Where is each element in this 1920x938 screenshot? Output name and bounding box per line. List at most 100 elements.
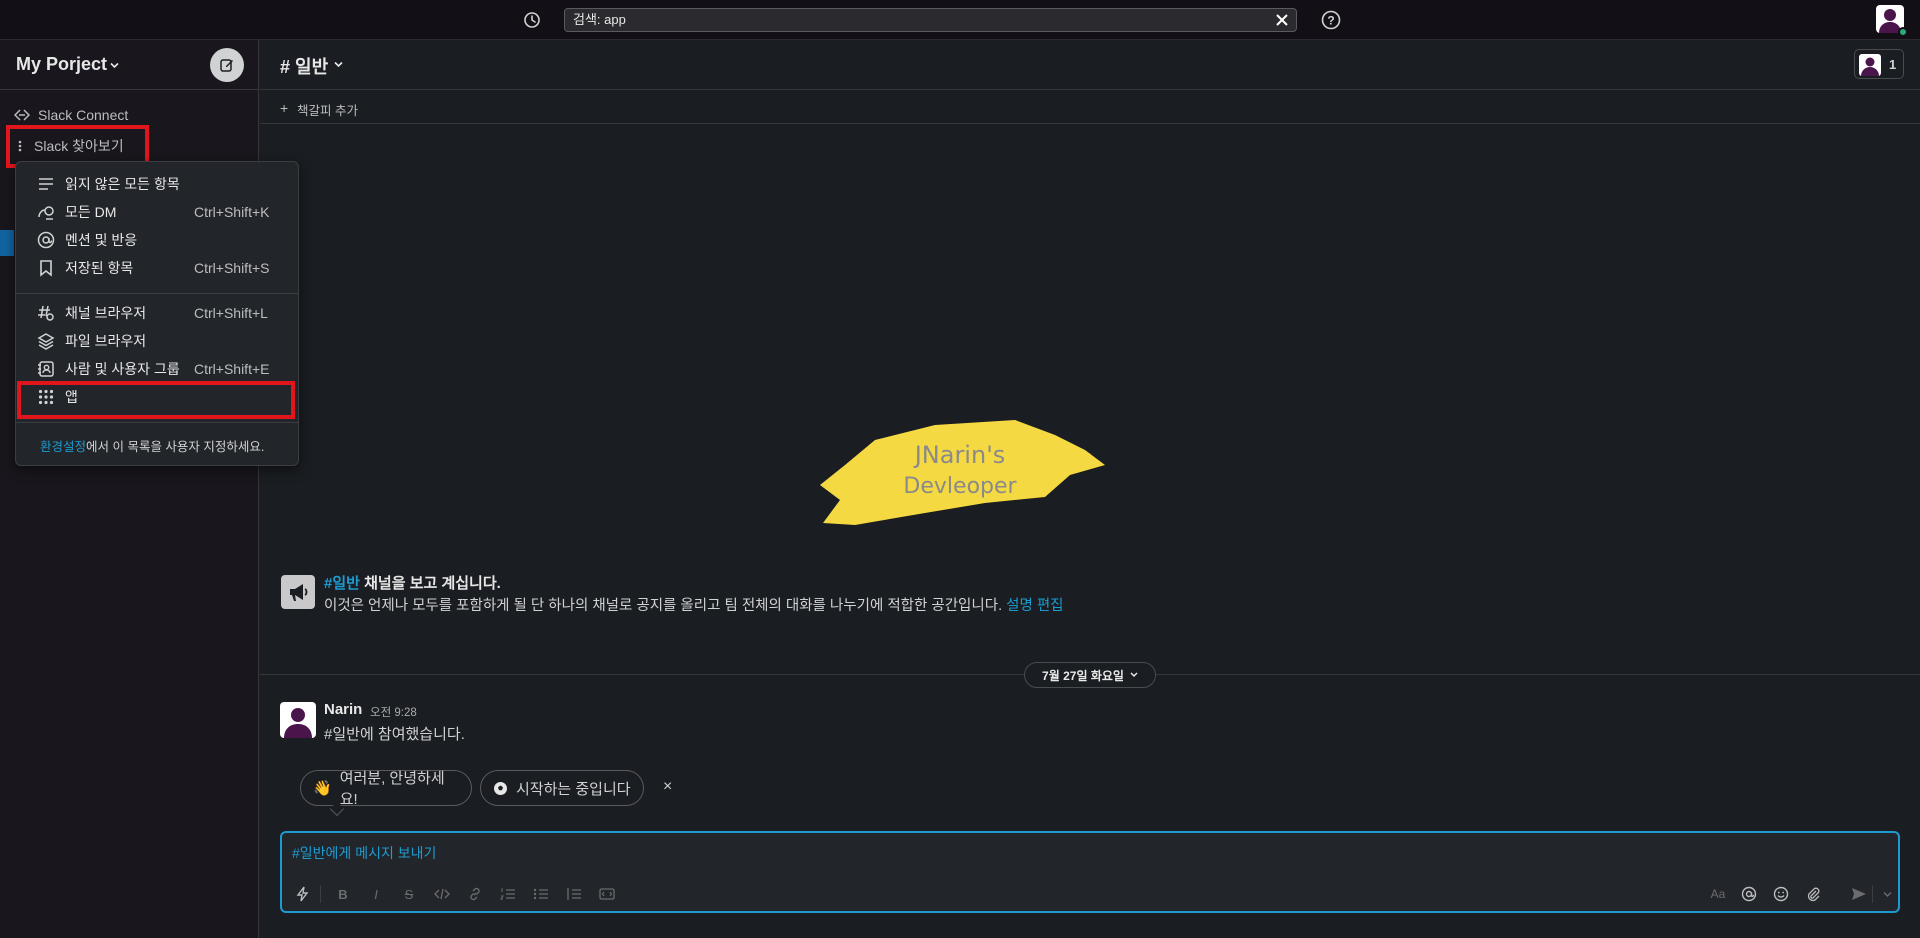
channel-link[interactable]: #일반 <box>324 575 360 592</box>
close-icon[interactable]: × <box>663 778 672 796</box>
soccer-ball-icon <box>493 781 508 796</box>
sidebar-item-label: Slack Connect <box>38 107 129 123</box>
menu-item-shortcut: Ctrl+Shift+E <box>194 361 270 377</box>
bold-icon[interactable]: B <box>334 885 352 903</box>
composer-placeholder: #일반에게 메시지 보내기 <box>292 845 437 861</box>
suggestion-chip-hello[interactable]: 👋 여러분, 안녕하세요! <box>300 770 472 808</box>
presence-indicator <box>1898 27 1908 37</box>
waving-hand-icon: 👋 <box>313 780 332 797</box>
menu-item-label: 파일 브라우저 <box>65 333 147 349</box>
channel-title[interactable]: # 일반 <box>280 53 328 79</box>
search-input-value: 검색: app <box>573 12 626 27</box>
menu-item-mentions[interactable]: 멘션 및 반응 <box>16 227 298 253</box>
channel-header: # 일반 1 <box>260 40 1920 90</box>
add-bookmark-button[interactable]: 책갈피 추가 <box>297 100 358 119</box>
message-timestamp[interactable]: 오전 9:28 <box>370 704 417 720</box>
clock-icon[interactable] <box>520 9 544 31</box>
bookmarks-bar: + 책갈피 추가 <box>260 90 1920 124</box>
channel-logo-image: JNarin's Devleoper <box>815 405 1105 535</box>
highlight-box-apps <box>17 381 295 419</box>
day-label: 7월 27일 화요일 <box>1042 668 1124 683</box>
menu-divider <box>16 422 298 423</box>
text-format-icon[interactable]: Aa <box>1708 885 1728 903</box>
avatar <box>1859 54 1881 76</box>
menu-footer: 환경설정에서 이 목록을 사용자 지정하세요. <box>40 436 264 455</box>
slack-connect-icon <box>14 108 30 122</box>
menu-item-saved[interactable]: 저장된 항목 Ctrl+Shift+S <box>16 255 298 281</box>
chevron-down-icon <box>334 60 343 69</box>
channel-intro-description: 이것은 언제나 모두를 포함하게 될 단 하나의 채널로 공지를 올리고 팀 전… <box>324 594 1064 615</box>
contacts-icon <box>37 360 55 378</box>
workspace-header[interactable]: My Porject <box>0 40 259 90</box>
menu-item-label: 모든 DM <box>65 204 117 220</box>
edit-description-link[interactable]: 설명 편집 <box>1006 598 1063 614</box>
day-divider-button[interactable]: 7월 27일 화요일 <box>1024 662 1156 688</box>
help-circle-icon[interactable]: ? <box>1320 9 1342 31</box>
menu-item-shortcut: Ctrl+Shift+S <box>194 260 270 276</box>
message-text: #일반에 참여했습니다. <box>324 726 465 743</box>
mention-at-icon[interactable] <box>1740 885 1758 903</box>
layers-icon <box>37 332 55 350</box>
preferences-link[interactable]: 환경설정 <box>40 440 86 454</box>
intro-desc-text: 이것은 언제나 모두를 포함하게 될 단 하나의 채널로 공지를 올리고 팀 전… <box>324 598 1007 614</box>
code-icon[interactable] <box>433 885 451 903</box>
workspace-name[interactable]: My Porject <box>16 54 107 75</box>
intro-title-text: 채널을 보고 계십니다. <box>359 575 501 592</box>
svg-text:?: ? <box>1327 14 1334 28</box>
close-icon[interactable] <box>1274 12 1290 28</box>
menu-item-unread[interactable]: 읽지 않은 모든 항목 <box>16 171 298 197</box>
chip-label: 시작하는 중입니다 <box>516 780 631 798</box>
blockquote-icon[interactable] <box>565 885 583 903</box>
sidebar-item-slack-connect[interactable]: Slack Connect <box>14 104 128 126</box>
strikethrough-icon[interactable]: S <box>400 885 418 903</box>
emoji-icon[interactable] <box>1772 885 1790 903</box>
menu-item-label: 멘션 및 반응 <box>65 232 138 248</box>
chevron-down-icon <box>110 61 119 70</box>
chip-label: 여러분, 안녕하세요! <box>339 770 445 808</box>
channel-browser-icon <box>37 304 55 322</box>
menu-item-people[interactable]: 사람 및 사용자 그룹 Ctrl+Shift+E <box>16 356 298 382</box>
logo-line-2: Devleoper <box>903 474 1017 499</box>
send-icon[interactable] <box>1850 885 1868 903</box>
menu-item-label: 사람 및 사용자 그룹 <box>65 361 180 377</box>
browse-slack-menu: 읽지 않은 모든 항목 모든 DM Ctrl+Shift+K 멘션 및 반응 저… <box>15 161 299 466</box>
code-block-icon[interactable] <box>598 885 616 903</box>
logo-line-1: JNarin's <box>913 441 1006 469</box>
ordered-list-icon[interactable] <box>499 885 517 903</box>
toolbar-divider <box>1872 885 1873 903</box>
compose-icon <box>220 59 233 72</box>
unread-lines-icon <box>37 175 55 193</box>
menu-item-all-dms[interactable]: 모든 DM Ctrl+Shift+K <box>16 199 298 225</box>
attachment-icon[interactable] <box>1804 885 1822 903</box>
menu-item-label: 채널 브라우저 <box>65 305 147 321</box>
megaphone-icon <box>281 575 315 609</box>
at-sign-icon <box>37 231 55 249</box>
message-composer[interactable]: #일반에게 메시지 보내기 B I S Aa <box>280 831 1900 913</box>
member-count: 1 <box>1889 57 1897 72</box>
menu-item-channel-browser[interactable]: 채널 브라우저 Ctrl+Shift+L <box>16 300 298 326</box>
shortcuts-bolt-icon[interactable] <box>294 885 312 903</box>
bulleted-list-icon[interactable] <box>532 885 550 903</box>
menu-item-label: 읽지 않은 모든 항목 <box>65 176 180 192</box>
bookmark-icon <box>37 259 55 277</box>
plus-icon[interactable]: + <box>280 100 288 116</box>
dm-icon <box>37 203 55 221</box>
menu-item-label: 저장된 항목 <box>65 260 134 276</box>
menu-footer-text: 에서 이 목록을 사용자 지정하세요. <box>86 440 265 454</box>
top-bar: 검색: app ? <box>0 0 1920 40</box>
members-button[interactable]: 1 <box>1854 49 1904 79</box>
chevron-down-icon[interactable] <box>1878 885 1896 903</box>
search-input[interactable]: 검색: app <box>564 8 1297 32</box>
message-author[interactable]: Narin <box>324 701 362 718</box>
chevron-down-icon <box>1130 671 1138 679</box>
menu-item-shortcut: Ctrl+Shift+L <box>194 305 268 321</box>
menu-item-file-browser[interactable]: 파일 브라우저 <box>16 328 298 354</box>
italic-icon[interactable]: I <box>367 885 385 903</box>
avatar[interactable] <box>280 702 316 738</box>
compose-button[interactable] <box>210 48 244 82</box>
menu-divider <box>16 293 298 294</box>
link-icon[interactable] <box>466 885 484 903</box>
channel-intro-title: #일반 채널을 보고 계십니다. <box>324 572 501 593</box>
suggestion-chip-starting[interactable]: 시작하는 중입니다 <box>480 770 644 806</box>
menu-item-shortcut: Ctrl+Shift+K <box>194 204 270 220</box>
